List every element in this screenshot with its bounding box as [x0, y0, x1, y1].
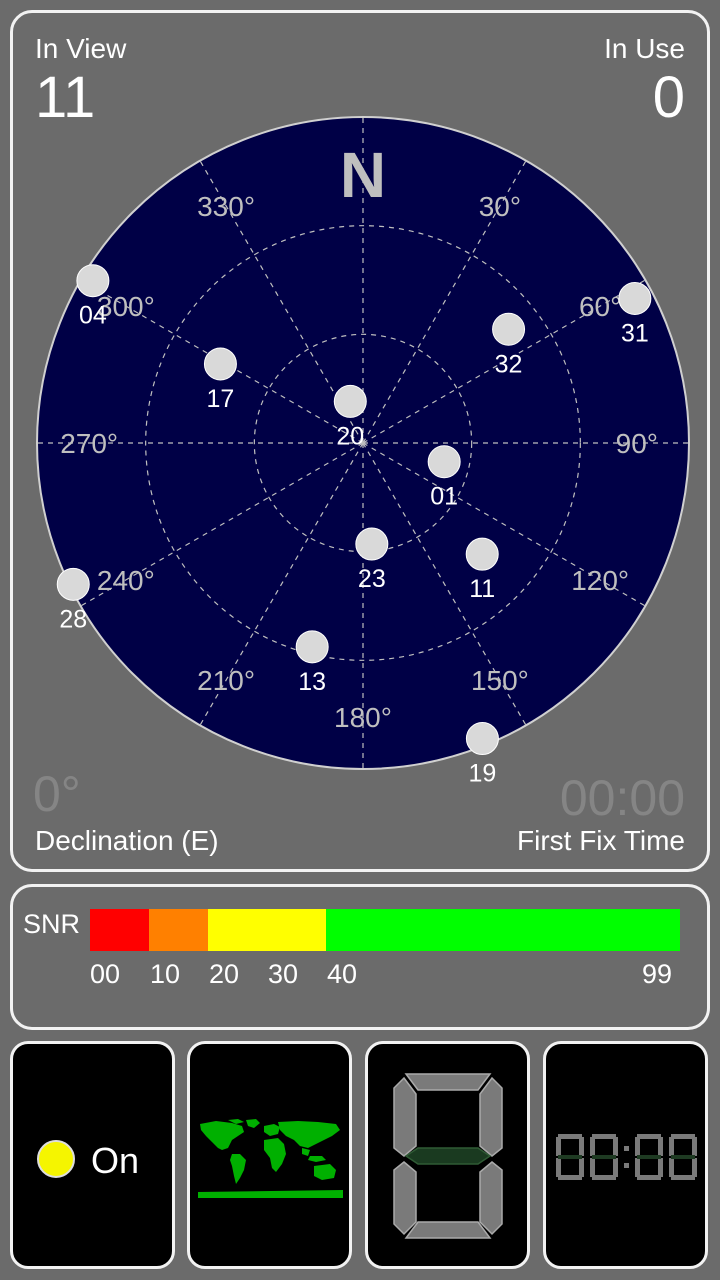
bearing-label-240: 240° [97, 565, 155, 596]
satellite-marker-icon [295, 630, 329, 664]
snr-segment-1 [90, 909, 149, 951]
satellite-prn-label: 13 [298, 668, 326, 696]
north-label: N [340, 139, 386, 211]
seven-segment-digit-icon [393, 1073, 503, 1239]
satellite-marker-icon [465, 722, 499, 756]
satellite-marker-icon [492, 312, 526, 346]
gps-status-tile[interactable]: On [10, 1041, 175, 1269]
world-map-tile[interactable] [187, 1041, 352, 1269]
satellite-prn-label: 17 [207, 385, 235, 413]
clock-tile[interactable] [543, 1041, 708, 1269]
first-fix-time-value: 00:00 [559, 770, 685, 826]
snr-tick-99: 99 [642, 959, 673, 989]
satellite-marker-icon [76, 264, 110, 298]
satellite-prn-label: 19 [469, 760, 497, 788]
satellite-prn-label: 28 [59, 605, 87, 633]
gps-status-indicator-icon [37, 1140, 75, 1178]
satellite-marker-icon [56, 567, 90, 601]
gps-status-text: On [91, 1140, 140, 1181]
bearing-label-270: 270° [60, 428, 118, 459]
declination-label: Declination (E) [35, 825, 219, 856]
satellite-prn-label: 23 [358, 565, 386, 593]
first-fix-time-label: First Fix Time [517, 825, 685, 856]
bearing-label-60: 60° [579, 291, 621, 322]
satellite-prn-label: 01 [430, 483, 458, 511]
satellite-19[interactable]: 19 [465, 722, 499, 788]
bearing-label-120: 120° [571, 565, 629, 596]
bearing-label-180: 180° [334, 702, 392, 733]
snr-tick-30: 30 [268, 959, 299, 989]
satellite-marker-icon [333, 384, 367, 418]
snr-label: SNR [23, 909, 81, 939]
bearing-label-330: 330° [197, 191, 255, 222]
bearing-label-30: 30° [479, 191, 521, 222]
sky-plot[interactable]: N 30°60°90°120°150°180°210°240°270°300°3… [13, 13, 707, 869]
bearing-label-90: 90° [616, 428, 658, 459]
satellite-marker-icon [618, 281, 652, 315]
snr-segment-2 [149, 909, 208, 951]
satellite-marker-icon [465, 537, 499, 571]
bearing-label-150: 150° [471, 665, 529, 696]
clock-digits-icon [556, 1134, 697, 1180]
bearing-label-210: 210° [197, 665, 255, 696]
snr-panel: SNR 00 10 20 30 40 99 [10, 884, 710, 1030]
snr-segment-3 [208, 909, 326, 951]
satellite-marker-icon [427, 445, 461, 479]
snr-tick-40: 40 [327, 959, 358, 989]
declination-value: 0° [33, 766, 81, 822]
snr-color-scale [90, 909, 680, 951]
snr-tick-10: 10 [150, 959, 181, 989]
snr-tick-00: 00 [90, 959, 121, 989]
world-map-icon [198, 1119, 343, 1198]
satellite-marker-icon [355, 527, 389, 561]
satellite-marker-icon [203, 347, 237, 381]
satellite-prn-label: 32 [495, 350, 523, 378]
sky-panel: In View 11 In Use 0 N 30° 60° 90° 120° 150° 1… [10, 10, 710, 872]
snr-tick-20: 20 [209, 959, 240, 989]
satellite-prn-label: 11 [469, 575, 495, 603]
satellite-prn-label: 04 [79, 302, 107, 330]
seven-segment-tile[interactable] [365, 1041, 530, 1269]
snr-segment-4 [326, 909, 680, 951]
satellite-prn-label: 31 [621, 319, 649, 347]
satellite-prn-label: 20 [336, 422, 364, 450]
